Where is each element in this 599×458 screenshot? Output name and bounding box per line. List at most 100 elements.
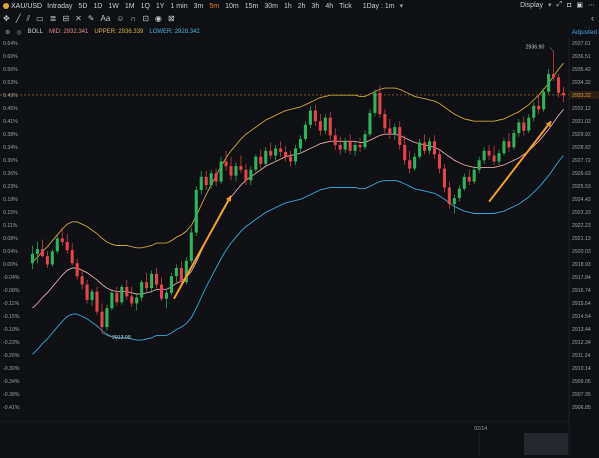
candle-body [462,176,466,189]
candle-body [189,232,193,261]
price-tick-label: 2928.82 [572,145,591,151]
pct-tick-label: -0.34% [3,379,20,385]
candle-body [90,291,94,300]
price-tick-label: 2909.05 [572,379,591,385]
candle-body [209,173,213,186]
candle-body [447,187,451,205]
candle-body [353,144,357,151]
candle-body [293,148,298,162]
candle-body [164,292,169,299]
candle-body [80,276,84,285]
trend-arrow-2 [488,120,552,203]
candle-body [423,142,427,151]
candle-body [348,141,352,151]
candle-body [527,117,531,131]
candle-body [214,173,218,182]
high-annotation: 2936.90 [526,44,545,50]
price-tick-label: 2931.02 [572,119,591,125]
price-tick-label: 2927.72 [572,158,591,164]
candle-body [135,297,139,304]
pct-tick-label: 0.04% [3,249,18,255]
candle-body [150,273,154,289]
price-tick-label: 2910.14 [572,366,591,372]
candle-body [229,166,233,176]
candle-body [477,160,481,170]
price-tick-label: 2917.84 [572,275,591,281]
candle-body [303,124,307,139]
candle-body [145,282,149,289]
candle-body [40,249,44,257]
candle-body [95,291,99,312]
candle-body [328,117,332,136]
pct-tick-label: 0.19% [3,197,18,203]
pct-tick-label: -0.30% [3,366,20,372]
candle-body [393,127,397,135]
candle-body [363,134,367,148]
candle-body [413,156,417,169]
candle-body [403,144,407,161]
candle-body [174,267,178,277]
candle-body [199,176,203,190]
price-tick-label: 2921.13 [572,236,591,242]
price-tick-label: 2914.54 [572,314,591,320]
price-tick-label: 2915.64 [572,301,591,307]
candle-body [224,161,228,167]
candle-body [60,238,64,242]
candle-body [437,154,441,169]
candle-body [318,121,322,131]
candle-body [398,127,402,145]
candle-body [472,169,476,182]
trend-arrow-1 [173,195,232,300]
price-tick-label: 2934.32 [572,80,591,86]
candle-body [234,166,238,176]
pct-tick-label: 0.45% [3,106,18,112]
price-tick-label: 2916.74 [572,288,591,294]
candle-body [343,141,347,150]
price-tick-label: 2907.95 [572,392,591,398]
candle-body [547,73,551,92]
candle-body [249,169,253,181]
candle-body [442,168,446,188]
price-tick-label: 2923.33 [572,210,591,216]
scroll-window [524,433,568,455]
candle-body [378,92,382,115]
candle-body [338,144,342,150]
candle-body [289,156,293,162]
pct-tick-label: -0.11% [3,301,19,307]
pct-tick-label: 0.53% [3,80,18,86]
price-tick-label: 2936.51 [572,54,591,60]
price-tick-label: 2937.61 [572,41,591,47]
pct-tick-label: 0.34% [3,145,18,151]
price-tick-label: 2906.85 [572,405,591,411]
candle-body [522,122,526,131]
candle-body [120,286,124,303]
candle-body [492,155,496,162]
price-tick-label: 2918.93 [572,262,591,268]
pct-tick-label: -0.08% [3,288,20,294]
candle-body [269,150,273,156]
pct-tick-label: 0.41% [3,119,18,125]
current-price-label: 2933.22 [572,93,591,99]
candle-body [45,256,49,265]
price-tick-label: 2922.23 [572,223,591,229]
candle-body [323,117,327,131]
candle-body [542,91,546,110]
candle-body [487,150,491,156]
candle-body [557,77,561,93]
price-chart[interactable]: 0.64% 0.60% 0.56% 0.53% 0.49% 0.45% 0.41% 0.38%… [0,0,599,458]
candle-body [457,188,461,199]
candle-body [408,160,412,169]
pct-tick-label: -0.04% [3,275,20,281]
candle-body [482,150,486,161]
pct-tick-label: 0.15% [3,210,18,216]
candle-body [532,105,536,118]
pct-tick-label: 0.60% [3,54,18,60]
candle-body [219,161,223,182]
x-axis-date-label: 02/14 [474,426,487,432]
candle-body [105,308,109,328]
candle-body [452,198,456,205]
candle-body [140,282,144,298]
price-tick-label: 2932.12 [572,106,591,112]
candle-body [259,156,263,164]
pct-tick-label: 0.23% [3,184,18,190]
